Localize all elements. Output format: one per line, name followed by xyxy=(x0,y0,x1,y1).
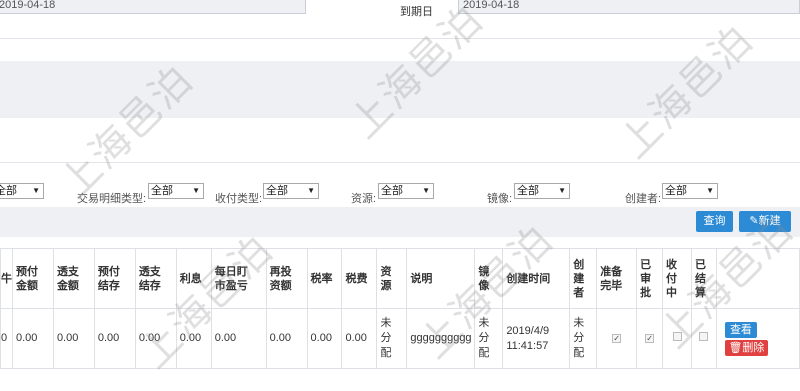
trash-icon: 🗑 xyxy=(728,341,743,354)
cell-approved: ✓ xyxy=(636,308,664,369)
delete-button[interactable]: 🗑删除 xyxy=(724,339,768,356)
col-header-tax-fee[interactable]: 税费 xyxy=(341,248,378,309)
section-band xyxy=(0,61,800,118)
dropdown-arrow-icon: ▼ xyxy=(706,186,714,195)
cell-prepaid-amount: 0.00 xyxy=(12,308,54,369)
top-date-row: 2019-04-18 到期日 2019-04-18 xyxy=(0,0,800,22)
divider xyxy=(0,38,800,39)
cell-interest: 0.00 xyxy=(175,308,212,369)
col-header-approved[interactable]: 已审批 xyxy=(636,248,664,309)
cell-settled xyxy=(690,308,717,369)
filter-label-image: 镜像: xyxy=(487,193,513,205)
cell-description: gggggggggg xyxy=(406,308,476,369)
cell-tax-fee: 0.00 xyxy=(341,308,378,369)
cell-resource: 未分配 xyxy=(376,308,408,369)
new-button-label: 新建 xyxy=(758,215,781,227)
collecting-checkbox[interactable] xyxy=(672,332,682,341)
col-header-overdraft-balance[interactable]: 透支 结存 xyxy=(134,248,177,309)
cell-created-time: 2019/4/9 11:41:57 xyxy=(502,308,571,369)
col-header-actions xyxy=(715,248,800,309)
cell-reinvest: 0.00 xyxy=(265,308,308,369)
new-button[interactable]: ✎新建 xyxy=(739,211,791,232)
action-toolbar: 查询 ✎新建 xyxy=(0,207,800,237)
cell-first: 0 xyxy=(0,308,13,369)
cell-collecting xyxy=(662,308,692,369)
filter-label-payment-type: 收付类型: xyxy=(215,193,263,205)
col-header-tax-rate[interactable]: 税率 xyxy=(306,248,343,309)
cell-tax-rate: 0.00 xyxy=(306,308,343,369)
cell-overdraft-amount: 0.00 xyxy=(52,308,95,369)
filter-label-trade-detail-type: 交易明细类型: xyxy=(77,193,147,205)
filter-select-image[interactable]: 全部 ▼ xyxy=(514,183,570,199)
col-header-daily-mtm[interactable]: 每日盯 市盈亏 xyxy=(210,248,267,309)
filter-select-trade-detail-type[interactable]: 全部 ▼ xyxy=(148,183,204,199)
settled-checkbox[interactable] xyxy=(699,332,709,341)
cell-image: 未分配 xyxy=(474,308,504,369)
col-header-settled[interactable]: 已结算 xyxy=(690,248,717,309)
filter-select-0[interactable]: 全部 ▼ xyxy=(0,183,44,199)
filter-select-payment-type[interactable]: 全部 ▼ xyxy=(263,183,319,199)
view-button[interactable]: 查看 xyxy=(724,321,757,338)
cell-overdraft-balance: 0.00 xyxy=(134,308,177,369)
approved-checkbox[interactable]: ✓ xyxy=(645,334,655,343)
col-header-overdraft-amount[interactable]: 透支 金额 xyxy=(52,248,95,309)
cell-creator: 未分配 xyxy=(569,308,598,369)
due-date-input[interactable]: 2019-04-18 xyxy=(458,0,800,14)
query-button[interactable]: 查询 xyxy=(696,211,733,232)
col-header[interactable]: 牛 xyxy=(0,248,13,309)
cell-ready: ✓ xyxy=(596,308,638,369)
cell-prepaid-balance: 0.00 xyxy=(93,308,136,369)
col-header-prepaid-balance[interactable]: 预付 结存 xyxy=(93,248,136,309)
col-header-created-time[interactable]: 创建时间 xyxy=(502,248,571,309)
table-row: 0 0.00 0.00 0.00 0.00 0.00 0.00 0.00 0.0… xyxy=(0,308,800,369)
ready-checkbox[interactable]: ✓ xyxy=(612,334,622,343)
col-header-interest[interactable]: 利息 xyxy=(175,248,212,309)
cell-daily-mtm: 0.00 xyxy=(210,308,267,369)
dropdown-arrow-icon: ▼ xyxy=(558,186,566,195)
col-header-prepaid-amount[interactable]: 预付 金额 xyxy=(12,248,54,309)
col-header-image[interactable]: 镜像 xyxy=(474,248,504,309)
filter-select-resource[interactable]: 全部 ▼ xyxy=(378,183,434,199)
col-header-description[interactable]: 说明 xyxy=(406,248,476,309)
delete-button-label: 删除 xyxy=(742,341,765,354)
divider xyxy=(0,162,800,163)
col-header-collecting[interactable]: 收付中 xyxy=(662,248,692,309)
cell-actions: 查看 🗑删除 xyxy=(715,308,800,369)
filter-label-creator: 创建者: xyxy=(625,193,662,205)
col-header-resource[interactable]: 资源 xyxy=(376,248,408,309)
pencil-icon: ✎ xyxy=(749,215,759,227)
filter-label-resource: 资源: xyxy=(351,193,377,205)
filter-row: 全部 ▼ 交易明细类型: 全部 ▼ 收付类型: 全部 ▼ 资源: 全部 ▼ 镜像: 全部… xyxy=(0,183,800,205)
dropdown-arrow-icon: ▼ xyxy=(32,186,40,195)
col-header-reinvest[interactable]: 再投 资额 xyxy=(265,248,308,309)
col-header-ready[interactable]: 准备 完毕 xyxy=(596,248,638,309)
dropdown-arrow-icon: ▼ xyxy=(307,186,315,195)
table-header-row: 牛 预付 金额 透支 金额 预付 结存 透支 结存 利息 每日盯 市盈亏 再投 资额 税率 … xyxy=(0,248,800,309)
dropdown-arrow-icon: ▼ xyxy=(192,186,200,195)
due-date-label: 到期日 xyxy=(400,6,433,18)
trade-detail-table: 牛 预付 金额 透支 金额 预付 结存 透支 结存 利息 每日盯 市盈亏 再投 资额 税率 … xyxy=(0,248,800,369)
filter-select-creator[interactable]: 全部 ▼ xyxy=(662,183,718,199)
start-date-input[interactable]: 2019-04-18 xyxy=(0,0,306,14)
col-header-creator[interactable]: 创建者 xyxy=(569,248,598,309)
dropdown-arrow-icon: ▼ xyxy=(422,186,430,195)
